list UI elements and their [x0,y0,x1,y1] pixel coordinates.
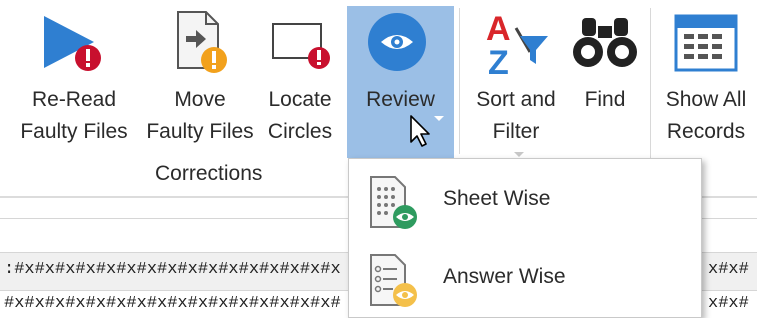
move-faulty-files-button[interactable]: Move Faulty Files [138,6,262,154]
menu-item-sheet-wise-label: Sheet Wise [443,187,551,210]
sheet-eye-icon [370,176,417,229]
showall-label-line1: Show All [665,88,747,111]
grid-row-1-right: x#x# [708,260,749,279]
showall-label-line2: Records [666,120,746,143]
sort-label-line2: Filter [492,120,540,143]
grid-row-2-right: x#x# [708,294,749,313]
eye-icon [368,13,426,71]
review-dropdown-arrow-icon[interactable] [434,116,444,121]
mouse-cursor-icon [410,115,430,147]
locate-label-line2: Circles [267,120,333,143]
grid-row-2: #x#x#x#x#x#x#x#x#x#x#x#x#x#x#x#x# [4,294,341,313]
svg-text:Z: Z [488,44,509,78]
locate-circles-button[interactable]: Locate Circles [264,6,336,154]
review-dropdown-menu: Sheet Wise Answer Wise [348,158,702,318]
ribbon-separator [459,8,460,154]
reread-faulty-files-button[interactable]: Re-Read Faulty Files [12,6,136,154]
show-all-records-button[interactable]: Show All Records [656,6,756,154]
find-label: Find [584,88,626,111]
review-button[interactable]: Review [347,6,454,158]
binoculars-icon [573,18,637,67]
grid-row-1: :#x#x#x#x#x#x#x#x#x#x#x#x#x#x#x#x [4,260,341,279]
svg-text:A: A [486,10,511,48]
list-eye-icon [370,254,417,307]
move-label-line2: Faulty Files [146,120,254,143]
find-button[interactable]: Find [568,6,642,154]
review-label: Review [366,88,435,111]
menu-item-answer-wise-label: Answer Wise [443,265,566,288]
sort-filter-icon: A Z [486,10,548,78]
reread-label-line2: Faulty Files [20,120,128,143]
menu-item-sheet-wise[interactable]: Sheet Wise [349,167,701,237]
sort-label-line1: Sort and [476,88,556,111]
table-icon [674,14,738,72]
locate-label-line1: Locate [268,88,332,111]
sort-dropdown-arrow-icon[interactable] [514,152,524,157]
menu-item-answer-wise[interactable]: Answer Wise [349,245,701,315]
rectangle-error-icon [272,23,330,69]
sort-and-filter-button[interactable]: A Z Sort and Filter [466,6,566,157]
move-label-line1: Move [174,88,226,111]
reread-label-line1: Re-Read [31,88,117,111]
play-error-icon [44,16,101,71]
corrections-group-label: Corrections [155,162,263,185]
document-warning-icon [177,11,227,73]
